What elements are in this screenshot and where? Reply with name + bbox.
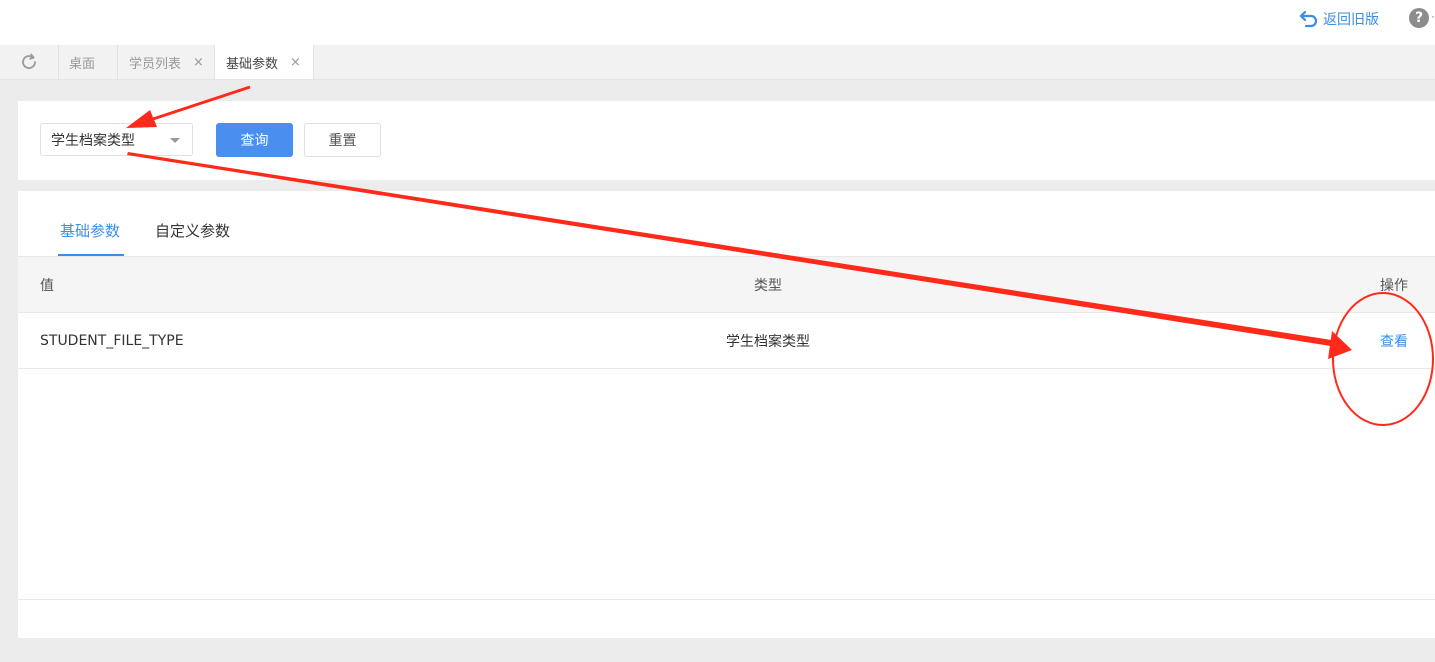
type-select[interactable]: 学生档案类型 (40, 123, 193, 156)
filter-panel: 学生档案类型 查询 重置 (18, 101, 1435, 180)
tab-label: 桌面 (69, 56, 96, 72)
active-tab-indicator (58, 254, 124, 256)
back-to-old-version-link[interactable]: 返回旧版 (1299, 8, 1379, 30)
back-to-old-version-label: 返回旧版 (1323, 12, 1379, 28)
caret-down-icon (170, 138, 180, 143)
table-header: 值 类型 操作 (18, 257, 1435, 313)
tab-label: 学员列表 (129, 56, 182, 72)
tab-basic-parameters[interactable]: 基础参数 (60, 220, 120, 241)
top-bar: 返回旧版 ? · (0, 0, 1435, 45)
help-icon[interactable]: ? (1409, 8, 1429, 28)
tab-desktop[interactable]: 桌面 (58, 45, 118, 79)
table-footer-divider (18, 599, 1435, 600)
refresh-button[interactable] (0, 45, 59, 79)
cell-type: 学生档案类型 (726, 333, 810, 350)
column-header-type: 类型 (754, 277, 782, 294)
close-icon[interactable]: × (290, 55, 301, 70)
column-header-action: 操作 (1380, 277, 1408, 294)
undo-icon (1299, 10, 1318, 28)
page-tab-strip: 桌面 学员列表 × 基础参数 × (0, 45, 1435, 80)
close-icon[interactable]: × (193, 55, 204, 70)
tab-label: 基础参数 (226, 56, 279, 72)
view-link[interactable]: 查看 (1380, 313, 1408, 368)
query-button[interactable]: 查询 (216, 123, 293, 157)
help-extra-text: · (1431, 10, 1435, 24)
params-tabs: 基础参数 自定义参数 (18, 191, 1435, 257)
params-panel: 基础参数 自定义参数 值 类型 操作 STUDENT_FILE_TYPE 学生档… (18, 191, 1435, 638)
reset-button[interactable]: 重置 (304, 123, 381, 157)
tab-custom-parameters[interactable]: 自定义参数 (155, 220, 230, 241)
type-select-value: 学生档案类型 (51, 132, 135, 149)
tab-student-list[interactable]: 学员列表 × (118, 45, 215, 79)
table-row: STUDENT_FILE_TYPE 学生档案类型 查看 (18, 313, 1435, 369)
tab-basic-params[interactable]: 基础参数 × (215, 45, 314, 79)
refresh-icon (22, 53, 36, 69)
